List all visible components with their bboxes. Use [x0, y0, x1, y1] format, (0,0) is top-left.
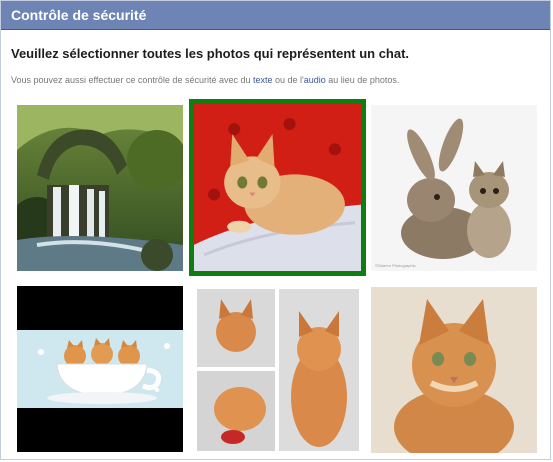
photo-watermark: ©Warren Photographic — [375, 263, 416, 268]
rabbit-and-kitten-photo: ©Warren Photographic — [371, 105, 537, 271]
instruction-heading: Veuillez sélectionner toutes les photos … — [11, 46, 410, 61]
alt-suffix: au lieu de photos. — [325, 75, 400, 85]
dialog-title: Contrôle de sécurité — [1, 1, 550, 30]
audio-option-link[interactable]: audio — [304, 75, 326, 85]
text-option-link[interactable]: texte — [253, 75, 273, 85]
alternative-options: Vous pouvez aussi effectuer ce contrôle … — [11, 75, 399, 85]
alt-prefix: Vous pouvez aussi effectuer ce contrôle … — [11, 75, 253, 85]
security-check-dialog: Contrôle de sécurité Veuillez sélectionn… — [0, 0, 551, 460]
orange-cat-photo — [371, 287, 537, 453]
alt-middle: ou de l' — [272, 75, 304, 85]
photo-tile-kittens-teacup[interactable] — [17, 286, 183, 452]
photo-tile-rabbit-kitten[interactable]: ©Warren Photographic — [371, 105, 537, 271]
photo-tile-waterfall[interactable] — [17, 105, 183, 271]
cat-on-red-photo — [194, 104, 361, 271]
photo-tile-cat-collage[interactable] — [195, 287, 361, 453]
photo-tile-cat-red-selected[interactable] — [189, 99, 366, 276]
cat-collage-photo — [195, 287, 361, 453]
photo-tile-orange-cat[interactable] — [371, 287, 537, 453]
kittens-in-teacup-photo — [17, 286, 183, 452]
waterfall-photo — [17, 105, 183, 271]
